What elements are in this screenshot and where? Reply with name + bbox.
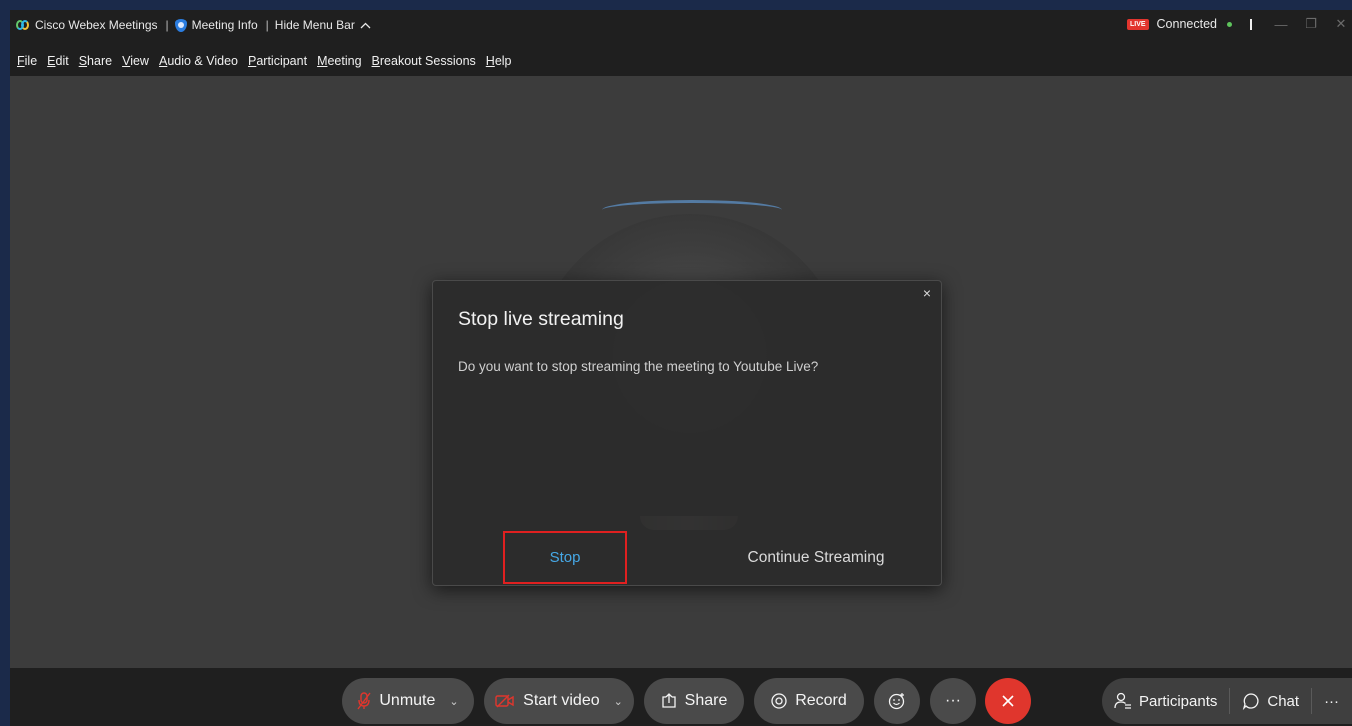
record-button[interactable]: Record bbox=[754, 678, 864, 724]
meeting-controls: Unmute ⌄ Start video ⌄ Share Record ··· … bbox=[10, 668, 1352, 726]
unmute-button[interactable]: Unmute ⌄ bbox=[342, 678, 474, 724]
more-panels-button[interactable]: ··· bbox=[1312, 678, 1351, 724]
chat-icon bbox=[1243, 693, 1259, 710]
share-label: Share bbox=[684, 692, 728, 709]
chevron-down-icon[interactable]: ⌄ bbox=[449, 695, 458, 708]
menu-bar: File Edit Share View Audio & Video Parti… bbox=[10, 46, 1352, 76]
end-meeting-button[interactable] bbox=[985, 678, 1031, 724]
participants-icon bbox=[1114, 692, 1131, 709]
dialog-message: Do you want to stop streaming the meetin… bbox=[458, 359, 819, 374]
title-bar: Cisco Webex Meetings | Meeting Info | Hi… bbox=[10, 10, 1352, 46]
chevron-up-icon bbox=[360, 22, 371, 28]
more-options-button[interactable]: ··· bbox=[930, 678, 976, 724]
reactions-button[interactable] bbox=[874, 678, 920, 724]
record-icon bbox=[771, 693, 787, 709]
restore-icon[interactable]: ❐ bbox=[1300, 16, 1322, 32]
unmute-label: Unmute bbox=[379, 692, 436, 709]
close-window-icon[interactable]: ✕ bbox=[1330, 16, 1352, 32]
record-label: Record bbox=[795, 692, 847, 709]
share-button[interactable]: Share bbox=[644, 678, 744, 724]
share-icon bbox=[661, 693, 676, 708]
minimize-icon[interactable]: — bbox=[1270, 17, 1292, 32]
connected-dot-icon bbox=[1227, 21, 1232, 27]
hide-menu-bar-label: Hide Menu Bar bbox=[274, 18, 355, 32]
dialog-title: Stop live streaming bbox=[458, 308, 624, 330]
menu-share[interactable]: Share bbox=[79, 54, 112, 68]
menu-help[interactable]: Help bbox=[486, 54, 512, 68]
app-name: Cisco Webex Meetings bbox=[35, 18, 158, 32]
mic-muted-icon bbox=[357, 692, 371, 710]
stop-button[interactable]: Stop bbox=[503, 531, 627, 584]
hide-menu-bar-button[interactable]: Hide Menu Bar bbox=[275, 18, 371, 32]
chat-button[interactable]: Chat bbox=[1230, 678, 1311, 724]
app-title: Cisco Webex Meetings bbox=[10, 18, 158, 32]
shield-icon bbox=[174, 18, 187, 32]
menu-audio-video[interactable]: Audio & Video bbox=[159, 54, 238, 68]
live-badge: LIVE bbox=[1126, 18, 1149, 30]
menu-edit[interactable]: Edit bbox=[47, 54, 69, 68]
smiley-icon bbox=[888, 693, 905, 710]
menu-breakout-sessions[interactable]: Breakout Sessions bbox=[372, 54, 476, 68]
meeting-info-button[interactable]: Meeting Info bbox=[174, 18, 258, 32]
title-separator: | bbox=[265, 18, 269, 32]
panel-controls: Participants Chat ··· bbox=[1102, 678, 1352, 724]
close-icon bbox=[1002, 695, 1014, 707]
menu-file[interactable]: File bbox=[17, 54, 37, 68]
title-separator: | bbox=[165, 18, 169, 32]
menu-view[interactable]: View bbox=[122, 54, 149, 68]
divider bbox=[1250, 18, 1252, 30]
chat-label: Chat bbox=[1267, 692, 1300, 710]
meeting-info-label: Meeting Info bbox=[191, 18, 258, 32]
participants-label: Participants bbox=[1139, 692, 1218, 710]
connected-label: Connected bbox=[1156, 17, 1217, 31]
start-video-label: Start video bbox=[523, 692, 600, 709]
more-icon: ··· bbox=[945, 692, 961, 709]
stop-streaming-dialog: × Stop live streaming Do you want to sto… bbox=[432, 280, 942, 586]
menu-participant[interactable]: Participant bbox=[248, 54, 307, 68]
participants-button[interactable]: Participants bbox=[1102, 678, 1229, 724]
video-stage: × Stop live streaming Do you want to sto… bbox=[10, 76, 1352, 668]
webex-window: Cisco Webex Meetings | Meeting Info | Hi… bbox=[10, 10, 1352, 726]
webex-logo-icon bbox=[16, 19, 30, 31]
chevron-down-icon[interactable]: ⌄ bbox=[614, 695, 623, 708]
menu-meeting[interactable]: Meeting bbox=[317, 54, 361, 68]
continue-streaming-button[interactable]: Continue Streaming bbox=[723, 543, 909, 573]
connection-status: LIVE Connected — ❐ ✕ bbox=[1126, 16, 1352, 32]
close-icon[interactable]: × bbox=[923, 285, 931, 301]
more-icon: ··· bbox=[1324, 692, 1340, 710]
start-video-button[interactable]: Start video ⌄ bbox=[484, 678, 634, 724]
video-off-icon bbox=[495, 694, 514, 708]
